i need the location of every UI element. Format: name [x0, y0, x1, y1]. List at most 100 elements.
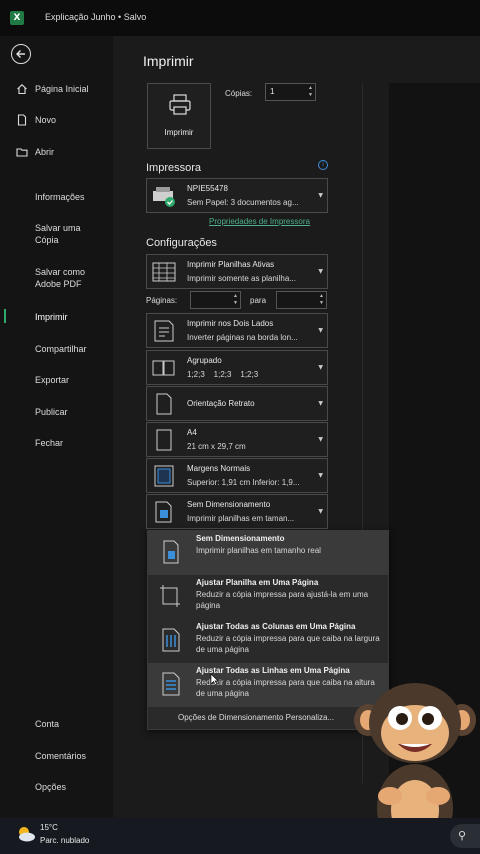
chevron-down-icon: ▼ [318, 192, 323, 199]
scaling-option-no-scaling[interactable]: Sem Dimensionamento Imprimir planilhas e… [148, 531, 388, 575]
sidebar-item-share[interactable]: Compartilhar [0, 343, 113, 355]
scaling-dropdown[interactable]: Sem Dimensionamento Imprimir planilhas e… [146, 494, 328, 529]
sidebar-item-label: Informações [35, 192, 85, 202]
chevron-down-icon: ▼ [318, 472, 323, 479]
printer-dropdown[interactable]: NPIE55478 Sem Papel: 3 documentos ag... … [146, 178, 328, 213]
sidebar-item-label: Compartilhar [35, 344, 87, 354]
sidebar-item-print[interactable]: Imprimir [0, 311, 113, 323]
duplex-dropdown[interactable]: Imprimir nos Dois Lados Inverter páginas… [146, 313, 328, 348]
back-button[interactable] [11, 44, 31, 64]
sidebar-item-label: Salvar uma Cópia [35, 223, 81, 245]
scaling-icon [155, 501, 172, 523]
scaling-option-fit-columns[interactable]: Ajustar Todas as Colunas em Uma Página R… [148, 619, 388, 663]
stepper-arrows-icon[interactable]: ▲ ▼ [319, 293, 324, 307]
stepper-arrows-icon[interactable]: ▲ ▼ [233, 293, 238, 307]
pages-to-input[interactable]: ▲ ▼ [276, 291, 327, 309]
print-scope-dropdown[interactable]: Imprimir Planilhas Ativas Imprimir somen… [146, 254, 328, 289]
printer-device-icon [153, 187, 175, 207]
sidebar-item-label: Conta [35, 719, 60, 729]
sidebar-item-new[interactable]: Novo [0, 114, 113, 126]
sidebar-item-label: Novo [35, 115, 57, 125]
scope-desc: Imprimir somente as planilha... [187, 274, 296, 283]
printer-properties-link[interactable]: Propriedades de Impressora [209, 217, 310, 226]
chevron-down-icon: ▼ [318, 400, 323, 407]
new-file-icon [17, 114, 27, 126]
sidebar-item-export[interactable]: Exportar [0, 374, 113, 386]
pages-from-input[interactable]: ▲ ▼ [190, 291, 241, 309]
print-button[interactable]: Imprimir [147, 83, 211, 149]
scaling-option-fit-sheet[interactable]: Ajustar Planilha em Uma Página Reduzir a… [148, 575, 388, 619]
sidebar-item-account[interactable]: Conta [0, 718, 113, 730]
document-title: Explicação Junho • Salvo [45, 12, 147, 22]
option-desc: Imprimir planilhas em tamanho real [196, 546, 321, 555]
excel-logo-icon: X [10, 11, 24, 25]
settings-section-title: Configurações [146, 237, 217, 249]
paper-desc: 21 cm x 29,7 cm [187, 442, 246, 451]
to-label: para [250, 296, 267, 305]
paper-size-dropdown[interactable]: A4 21 cm x 29,7 cm ▼ [146, 422, 328, 457]
taskbar-search[interactable]: ⚲ [450, 824, 480, 848]
scaling-desc: Imprimir planilhas em taman... [187, 514, 295, 523]
sidebar-item-save-copy[interactable]: Salvar uma Cópia [0, 222, 100, 246]
custom-scaling-options-link[interactable]: Opções de Dimensionamento Personaliza... [178, 713, 334, 722]
option-desc: Reduzir a cópia impressa para ajustá-la … [196, 590, 369, 610]
sidebar-item-feedback[interactable]: Comentários [0, 750, 113, 762]
sidebar-item-home[interactable]: Página Inicial [0, 83, 113, 95]
taskbar: 15°C Parc. nublado ⚲ [0, 818, 480, 854]
orientation-dropdown[interactable]: Orientação Retrato ▼ [146, 386, 328, 421]
margins-dropdown[interactable]: Margens Normais Superior: 1,91 cm Inferi… [146, 458, 328, 493]
sidebar-item-publish[interactable]: Publicar [0, 406, 113, 418]
printer-name: NPIE55478 [187, 184, 228, 193]
info-icon[interactable]: i [318, 160, 328, 170]
collate-title: Agrupado [187, 356, 222, 365]
page-title: Imprimir [143, 53, 194, 69]
backstage-sidebar: Página Inicial Novo Abrir Informações Sa… [0, 36, 113, 818]
fit-columns-icon [162, 628, 180, 652]
sidebar-item-save-adobe-pdf[interactable]: Salvar como Adobe PDF [0, 266, 100, 290]
print-button-label: Imprimir [164, 128, 194, 137]
mouse-cursor-icon [210, 673, 219, 686]
sidebar-item-options[interactable]: Opções [0, 781, 113, 793]
home-icon [17, 84, 27, 95]
sidebar-item-open[interactable]: Abrir [0, 146, 113, 158]
fit-rows-icon [162, 672, 180, 696]
chevron-down-icon: ▼ [318, 327, 323, 334]
option-title: Sem Dimensionamento [196, 534, 285, 543]
option-title: Ajustar Todas as Colunas em Uma Página [196, 622, 356, 631]
weather-condition[interactable]: Parc. nublado [40, 836, 89, 845]
sidebar-item-label: Abrir [35, 147, 55, 157]
copies-label: Cópias: [225, 89, 253, 98]
stepper-arrows-icon[interactable]: ▲ ▼ [308, 85, 313, 99]
copies-value: 1 [270, 87, 275, 96]
sidebar-item-label: Comentários [35, 751, 87, 761]
collate-dropdown[interactable]: Agrupado 1;2;3 1;2;3 1;2;3 ▼ [146, 350, 328, 385]
actual-size-icon [163, 540, 179, 564]
arrow-left-icon [16, 50, 25, 58]
scaling-title: Sem Dimensionamento [187, 500, 271, 509]
margins-desc: Superior: 1,91 cm Inferior: 1,9... [187, 478, 300, 487]
margins-icon [154, 465, 174, 487]
option-title: Ajustar Planilha em Uma Página [196, 578, 319, 587]
sidebar-item-close[interactable]: Fechar [0, 437, 113, 449]
sheets-icon [152, 262, 176, 282]
sidebar-item-info[interactable]: Informações [0, 191, 113, 203]
option-title: Ajustar Todas as Linhas em Uma Página [196, 666, 350, 675]
duplex-title: Imprimir nos Dois Lados [187, 319, 274, 328]
printer-status: Sem Papel: 3 documentos ag... [187, 198, 299, 207]
sidebar-item-label: Exportar [35, 375, 70, 385]
duplex-desc: Inverter páginas na borda lon... [187, 333, 298, 342]
pages-label: Páginas: [146, 296, 178, 305]
partly-cloudy-icon[interactable] [16, 825, 36, 843]
copies-stepper[interactable]: 1 ▲ ▼ [265, 83, 316, 101]
folder-icon [16, 148, 28, 157]
sidebar-item-label: Salvar como Adobe PDF [35, 267, 86, 289]
printer-icon [169, 94, 191, 115]
sidebar-item-label: Imprimir [35, 312, 68, 322]
portrait-page-icon [156, 393, 172, 415]
weather-temperature[interactable]: 15°C [40, 823, 58, 832]
search-icon: ⚲ [458, 829, 467, 842]
collate-desc: 1;2;3 1;2;3 1;2;3 [187, 370, 259, 379]
orientation-title: Orientação Retrato [187, 399, 255, 408]
scope-title: Imprimir Planilhas Ativas [187, 260, 275, 269]
title-bar: X Explicação Junho • Salvo [0, 0, 480, 36]
